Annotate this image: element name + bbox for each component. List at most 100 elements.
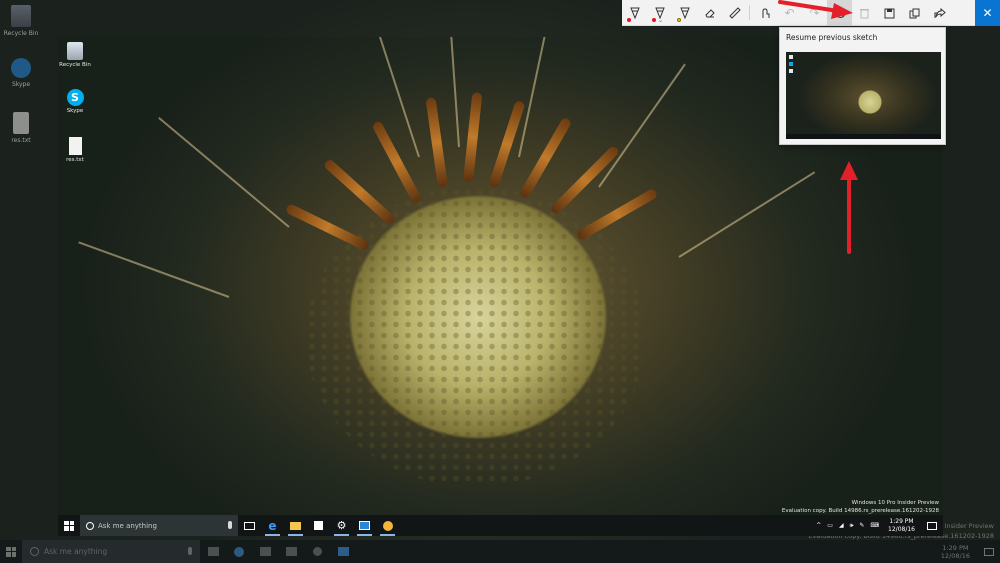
outer-explorer-button[interactable] xyxy=(252,540,278,563)
close-sketch-button[interactable]: ✕ xyxy=(975,0,1000,26)
text-file-icon xyxy=(13,112,29,134)
recycle-bin-label: Recycle Bin xyxy=(59,62,91,68)
ruler-icon xyxy=(728,7,741,19)
notification-icon[interactable] xyxy=(984,547,994,556)
edge-button[interactable]: e xyxy=(261,515,284,536)
system-tray: ^ ▭ ◢ 🕪 ✎ ⌨ 1:29 PM 12/08/16 xyxy=(813,518,943,534)
dandelion-fiber xyxy=(598,63,686,188)
windows-logo-icon xyxy=(64,520,74,531)
outer-start-button[interactable] xyxy=(0,540,22,563)
outer-edge-button[interactable] xyxy=(226,540,252,563)
redo-icon: ↷ xyxy=(809,6,820,20)
recycle-bin-desktop-icon[interactable]: Recycle Bin xyxy=(58,42,92,68)
outer-taskbar: Ask me anything 1:29 PM 12/08/16 xyxy=(0,540,1000,563)
network-icon[interactable]: ◢ xyxy=(839,522,844,529)
settings-button[interactable]: ⚙ xyxy=(330,515,353,536)
action-center-icon[interactable] xyxy=(927,521,937,530)
thumbnail-desktop-icon xyxy=(789,62,793,66)
outer-task-view-button[interactable] xyxy=(200,540,226,563)
dandelion-petal xyxy=(463,91,483,183)
resume-previous-sketch-flyout: Resume previous sketch xyxy=(779,27,946,145)
store-button[interactable] xyxy=(307,515,330,536)
toolbar-separator xyxy=(749,5,750,20)
outer-skype-icon[interactable]: Skype xyxy=(0,58,42,88)
dandelion-petal xyxy=(575,187,659,242)
taskbar: Ask me anything e ⚙ ^ ▭ ◢ 🕪 ✎ ⌨ 1:29 PM … xyxy=(58,515,943,536)
keyboard-icon[interactable]: ⌨ xyxy=(870,522,879,529)
outer-app-button[interactable] xyxy=(330,540,356,563)
task-view-icon xyxy=(207,547,219,556)
file-explorer-button[interactable] xyxy=(284,515,307,536)
copy-button[interactable] xyxy=(902,0,927,26)
gear-icon: ⚙ xyxy=(336,519,347,532)
microphone-icon xyxy=(188,547,192,555)
dandelion-fiber xyxy=(678,171,816,258)
battery-icon[interactable]: ▭ xyxy=(827,522,833,529)
highlighter-color-dot xyxy=(677,18,681,22)
dandelion-fiber xyxy=(368,37,420,158)
outer-res-file-icon[interactable]: res.txt xyxy=(0,112,42,144)
cortana-search-box[interactable]: Ask me anything xyxy=(80,515,238,536)
undo-button[interactable]: ↶ xyxy=(777,0,802,26)
thumbnail-desktop-icon xyxy=(789,55,793,59)
pen-workspace-icon[interactable]: ✎ xyxy=(859,522,864,529)
previous-sketch-thumbnail[interactable] xyxy=(786,52,941,139)
task-view-icon xyxy=(244,521,255,530)
watermark-line1: Windows 10 Pro Insider Preview xyxy=(851,500,939,506)
outer-settings-button[interactable] xyxy=(304,540,330,563)
pencil-button[interactable]: ⌄ xyxy=(647,0,672,26)
dandelion-petal xyxy=(518,116,573,200)
copy-icon xyxy=(909,8,920,18)
build-watermark: Windows 10 Pro Insider Preview Evaluatio… xyxy=(782,499,939,515)
outer-skype-label: Skype xyxy=(11,81,31,88)
outer-recycle-bin-label: Recycle Bin xyxy=(3,30,39,37)
redo-button[interactable]: ↷ xyxy=(802,0,827,26)
recycle-bin-icon xyxy=(11,5,31,27)
outer-cortana-search[interactable]: Ask me anything xyxy=(22,540,200,563)
watermark-line2: Evaluation copy. Build 14986.rs_prerelea… xyxy=(781,508,939,514)
clock-time: 1:29 PM xyxy=(889,517,914,525)
pen-color-dot xyxy=(627,18,631,22)
res-file-desktop-icon[interactable]: res.txt xyxy=(58,137,92,163)
delete-button[interactable] xyxy=(852,0,877,26)
emoji-app-button[interactable] xyxy=(376,515,399,536)
dandelion-petal xyxy=(322,158,397,226)
store-icon xyxy=(285,547,297,556)
share-button[interactable] xyxy=(927,0,952,26)
task-view-button[interactable] xyxy=(238,515,261,536)
recycle-bin-icon xyxy=(67,42,83,60)
close-icon: ✕ xyxy=(982,6,993,20)
outer-system-tray: 1:29 PM 12/08/16 xyxy=(933,544,1000,560)
outer-store-button[interactable] xyxy=(278,540,304,563)
ballpoint-pen-button[interactable] xyxy=(622,0,647,26)
dandelion-fiber xyxy=(447,37,460,148)
app-window-button[interactable] xyxy=(353,515,376,536)
skype-desktop-icon[interactable]: S Skype xyxy=(58,89,92,114)
outer-recycle-bin-icon[interactable]: Recycle Bin xyxy=(0,5,42,37)
pencil-color-dot xyxy=(652,18,656,22)
touch-writing-button[interactable] xyxy=(752,0,777,26)
highlighter-button[interactable] xyxy=(672,0,697,26)
folder-icon xyxy=(259,547,271,556)
resume-history-icon xyxy=(833,7,846,19)
search-placeholder: Ask me anything xyxy=(98,521,157,530)
start-button[interactable] xyxy=(58,515,80,536)
cortana-icon xyxy=(86,521,94,530)
resume-previous-sketch-button[interactable] xyxy=(827,0,852,26)
volume-icon[interactable]: 🕪 xyxy=(850,522,854,530)
save-button[interactable] xyxy=(877,0,902,26)
app-icon xyxy=(337,547,349,556)
text-file-icon xyxy=(68,137,82,155)
skype-label: Skype xyxy=(66,108,84,114)
show-hidden-icons-icon[interactable]: ^ xyxy=(816,522,821,529)
eraser-button[interactable] xyxy=(697,0,722,26)
touch-writing-icon xyxy=(762,8,769,18)
res-file-label: res.txt xyxy=(66,157,84,163)
dandelion-fiber xyxy=(158,116,290,228)
ruler-button[interactable] xyxy=(722,0,747,26)
taskbar-clock[interactable]: 1:29 PM 12/08/16 xyxy=(882,518,921,534)
undo-icon: ↶ xyxy=(784,6,795,20)
outer-clock[interactable]: 1:29 PM 12/08/16 xyxy=(933,544,978,560)
dandelion-petal xyxy=(549,144,621,216)
dandelion-fiber xyxy=(78,241,230,298)
